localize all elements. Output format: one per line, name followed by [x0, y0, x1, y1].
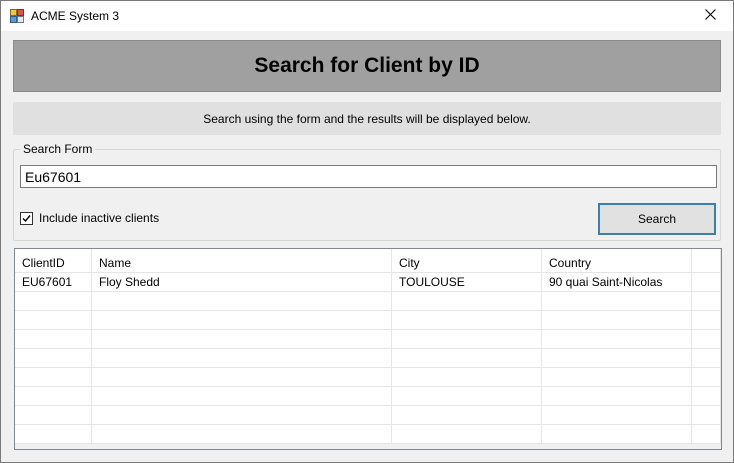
empty-row — [15, 330, 721, 349]
grid-header-row: ClientID Name City Country — [15, 249, 721, 273]
page-title: Search for Client by ID — [254, 54, 480, 77]
cell-filler — [692, 273, 721, 292]
empty-row — [15, 349, 721, 368]
cell-city[interactable]: TOULOUSE — [392, 273, 542, 292]
column-header-name[interactable]: Name — [92, 249, 392, 273]
include-inactive-checkbox[interactable] — [20, 211, 33, 225]
table-row[interactable]: EU67601 Floy Shedd TOULOUSE 90 quai Sain… — [15, 273, 721, 292]
app-window: ACME System 3 Search for Client by ID Se… — [0, 0, 734, 463]
column-header-clientid[interactable]: ClientID — [15, 249, 92, 273]
include-inactive-checkbox-row[interactable]: Include inactive clients — [20, 211, 159, 225]
checkmark-icon — [22, 214, 31, 222]
title-bar[interactable]: ACME System 3 — [1, 1, 733, 31]
client-id-input[interactable] — [20, 165, 717, 188]
include-inactive-label[interactable]: Include inactive clients — [39, 211, 159, 225]
column-header-country[interactable]: Country — [542, 249, 692, 273]
search-form-legend: Search Form — [20, 142, 96, 156]
search-form-group: Search Form Include inactive clients Sea… — [13, 142, 721, 241]
empty-row — [15, 387, 721, 406]
empty-row — [15, 368, 721, 387]
info-text: Search using the form and the results wi… — [203, 111, 531, 126]
empty-row — [15, 292, 721, 311]
column-header-city[interactable]: City — [392, 249, 542, 273]
close-icon — [704, 9, 716, 23]
cell-country[interactable]: 90 quai Saint-Nicolas — [542, 273, 692, 292]
close-button[interactable] — [687, 1, 733, 31]
header-panel: Search for Client by ID — [13, 40, 721, 92]
window-title: ACME System 3 — [31, 9, 120, 23]
info-panel: Search using the form and the results wi… — [13, 102, 721, 135]
search-button[interactable]: Search — [598, 203, 716, 235]
cell-clientid[interactable]: EU67601 — [15, 273, 92, 292]
column-header-filler — [692, 249, 721, 273]
empty-row — [15, 406, 721, 425]
cell-name[interactable]: Floy Shedd — [92, 273, 392, 292]
empty-row — [15, 425, 721, 444]
app-icon — [10, 9, 24, 23]
empty-row — [15, 311, 721, 330]
results-grid[interactable]: ClientID Name City Country EU67601 Floy … — [14, 248, 722, 450]
